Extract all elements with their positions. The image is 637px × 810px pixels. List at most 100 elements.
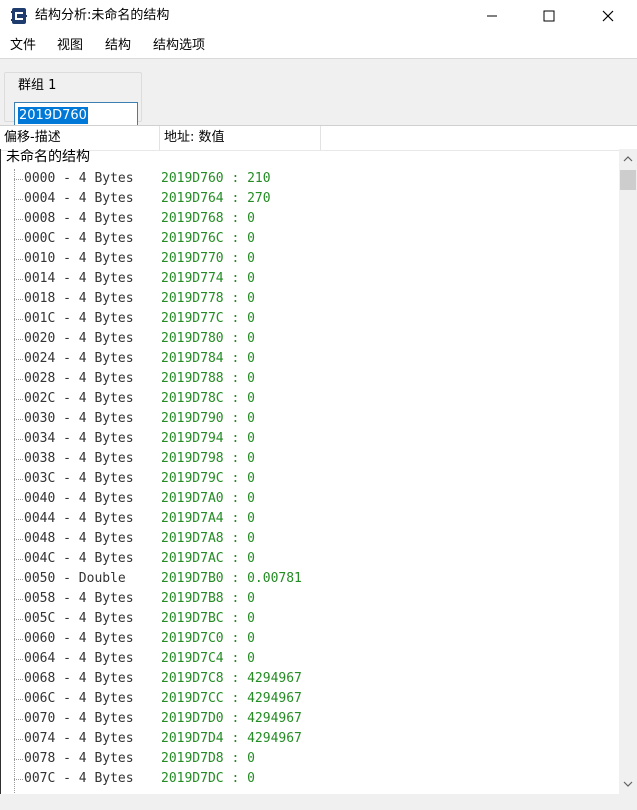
table-row[interactable]: 0064 - 4 Bytes 2019D7C4 : 0 [14, 649, 614, 669]
row-offset-description: 0028 - 4 Bytes [24, 371, 134, 386]
menu-file[interactable]: 文件 [10, 37, 36, 55]
table-row[interactable]: 0078 - 4 Bytes 2019D7D8 : 0 [14, 749, 614, 769]
tree-branch-line [14, 179, 23, 180]
tree-branch-line [14, 279, 23, 280]
row-offset-description: 0010 - 4 Bytes [24, 251, 134, 266]
row-offset-description: 0048 - 4 Bytes [24, 531, 134, 546]
table-row[interactable]: 0044 - 4 Bytes 2019D7A4 : 0 [14, 509, 614, 529]
row-address-value: 2019D7D4 : 4294967 [161, 731, 302, 746]
table-row[interactable]: 0004 - 4 Bytes 2019D764 : 270 [14, 189, 614, 209]
table-row[interactable]: 003C - 4 Bytes 2019D79C : 0 [14, 469, 614, 489]
cheat-engine-icon [11, 8, 27, 24]
row-address-value: 2019D7B8 : 0 [161, 591, 255, 606]
header-address-value[interactable]: 地址: 数值 [164, 130, 225, 146]
tree-branch-line [14, 299, 23, 300]
tree-branch-line [14, 499, 23, 500]
row-address-value: 2019D788 : 0 [161, 371, 255, 386]
table-row[interactable]: 0050 - Double 2019D7B0 : 0.00781 [14, 569, 614, 589]
tree-left-border [0, 149, 1, 794]
tree-branch-line [14, 219, 23, 220]
minimize-button[interactable] [469, 0, 515, 32]
table-row[interactable]: 0030 - 4 Bytes 2019D790 : 0 [14, 409, 614, 429]
row-address-value: 2019D7BC : 0 [161, 611, 255, 626]
scroll-up-button[interactable] [619, 149, 637, 169]
row-offset-description: 004C - 4 Bytes [24, 551, 134, 566]
row-offset-description: 0060 - 4 Bytes [24, 631, 134, 646]
table-row[interactable]: 0074 - 4 Bytes 2019D7D4 : 4294967 [14, 729, 614, 749]
row-offset-description: 001C - 4 Bytes [24, 311, 134, 326]
maximize-icon [543, 10, 555, 22]
menu-structure[interactable]: 结构 [105, 37, 131, 55]
table-row[interactable]: 0070 - 4 Bytes 2019D7D0 : 4294967 [14, 709, 614, 729]
chevron-down-icon [623, 781, 633, 787]
table-row[interactable]: 0018 - 4 Bytes 2019D778 : 0 [14, 289, 614, 309]
table-row[interactable]: 001C - 4 Bytes 2019D77C : 0 [14, 309, 614, 329]
row-offset-description: 0030 - 4 Bytes [24, 411, 134, 426]
tree-branch-line [14, 199, 23, 200]
row-offset-description: 002C - 4 Bytes [24, 391, 134, 406]
column-divider[interactable] [320, 126, 321, 150]
tree-branch-line [14, 419, 23, 420]
row-offset-description: 0004 - 4 Bytes [24, 191, 134, 206]
row-address-value: 2019D7D8 : 0 [161, 751, 255, 766]
table-row[interactable]: 0028 - 4 Bytes 2019D788 : 0 [14, 369, 614, 389]
table-row[interactable]: 0020 - 4 Bytes 2019D780 : 0 [14, 329, 614, 349]
scroll-thumb[interactable] [620, 170, 636, 190]
row-offset-description: 007C - 4 Bytes [24, 771, 134, 786]
row-offset-description: 0024 - 4 Bytes [24, 351, 134, 366]
tree-branch-line [14, 759, 23, 760]
row-address-value: 2019D7DC : 0 [161, 771, 255, 786]
scrollbar-corner [619, 794, 637, 810]
table-row[interactable]: 0058 - 4 Bytes 2019D7B8 : 0 [14, 589, 614, 609]
structure-tree[interactable]: 未命名的结构 0000 - 4 Bytes 2019D760 : 210 0004 … [0, 149, 619, 794]
header-offset-description[interactable]: 偏移-描述 [4, 130, 61, 146]
table-row[interactable]: 0048 - 4 Bytes 2019D7A8 : 0 [14, 529, 614, 549]
table-row[interactable]: 0068 - 4 Bytes 2019D7C8 : 4294967 [14, 669, 614, 689]
row-address-value: 2019D7D0 : 4294967 [161, 711, 302, 726]
maximize-button[interactable] [526, 0, 572, 32]
row-address-value: 2019D774 : 0 [161, 271, 255, 286]
structure-name[interactable]: 未命名的结构 [6, 149, 90, 165]
vertical-scrollbar[interactable] [619, 149, 637, 794]
table-row[interactable]: 002C - 4 Bytes 2019D78C : 0 [14, 389, 614, 409]
group-box: 群组 1 2019D760 [4, 72, 142, 128]
table-row[interactable]: 0008 - 4 Bytes 2019D768 : 0 [14, 209, 614, 229]
row-address-value: 2019D778 : 0 [161, 291, 255, 306]
row-offset-description: 0044 - 4 Bytes [24, 511, 134, 526]
table-row[interactable]: 0024 - 4 Bytes 2019D784 : 0 [14, 349, 614, 369]
tree-branch-line [14, 479, 23, 480]
tree-branch-line [14, 359, 23, 360]
table-row[interactable]: 0060 - 4 Bytes 2019D7C0 : 0 [14, 629, 614, 649]
menu-structure-options[interactable]: 结构选项 [153, 37, 205, 55]
row-offset-description: 0020 - 4 Bytes [24, 331, 134, 346]
menu-view[interactable]: 视图 [57, 37, 83, 55]
row-address-value: 2019D780 : 0 [161, 331, 255, 346]
scroll-down-button[interactable] [619, 774, 637, 794]
tree-branch-line [14, 519, 23, 520]
table-row[interactable]: 006C - 4 Bytes 2019D7CC : 4294967 [14, 689, 614, 709]
column-divider[interactable] [159, 126, 160, 150]
tree-branch-line [14, 439, 23, 440]
row-offset-description: 0000 - 4 Bytes [24, 171, 134, 186]
row-offset-description: 0068 - 4 Bytes [24, 671, 134, 686]
table-row[interactable]: 0000 - 4 Bytes 2019D760 : 210 [14, 169, 614, 189]
table-row[interactable]: 0038 - 4 Bytes 2019D798 : 0 [14, 449, 614, 469]
row-address-value: 2019D7AC : 0 [161, 551, 255, 566]
row-address-value: 2019D7CC : 4294967 [161, 691, 302, 706]
table-row[interactable]: 0034 - 4 Bytes 2019D794 : 0 [14, 429, 614, 449]
table-row[interactable]: 000C - 4 Bytes 2019D76C : 0 [14, 229, 614, 249]
close-button[interactable] [585, 0, 631, 32]
table-row[interactable]: 0010 - 4 Bytes 2019D770 : 0 [14, 249, 614, 269]
row-offset-description: 0034 - 4 Bytes [24, 431, 134, 446]
table-row[interactable]: 004C - 4 Bytes 2019D7AC : 0 [14, 549, 614, 569]
table-row[interactable]: 005C - 4 Bytes 2019D7BC : 0 [14, 609, 614, 629]
horizontal-scrollbar[interactable] [0, 794, 619, 810]
row-offset-description: 0018 - 4 Bytes [24, 291, 134, 306]
table-row[interactable]: 0014 - 4 Bytes 2019D774 : 0 [14, 269, 614, 289]
table-row[interactable]: 0040 - 4 Bytes 2019D7A0 : 0 [14, 489, 614, 509]
row-address-value: 2019D79C : 0 [161, 471, 255, 486]
table-row[interactable]: 007C - 4 Bytes 2019D7DC : 0 [14, 769, 614, 789]
tree-branch-line [14, 559, 23, 560]
window-title: 结构分析:未命名的结构 [35, 8, 170, 23]
row-address-value: 2019D77C : 0 [161, 311, 255, 326]
